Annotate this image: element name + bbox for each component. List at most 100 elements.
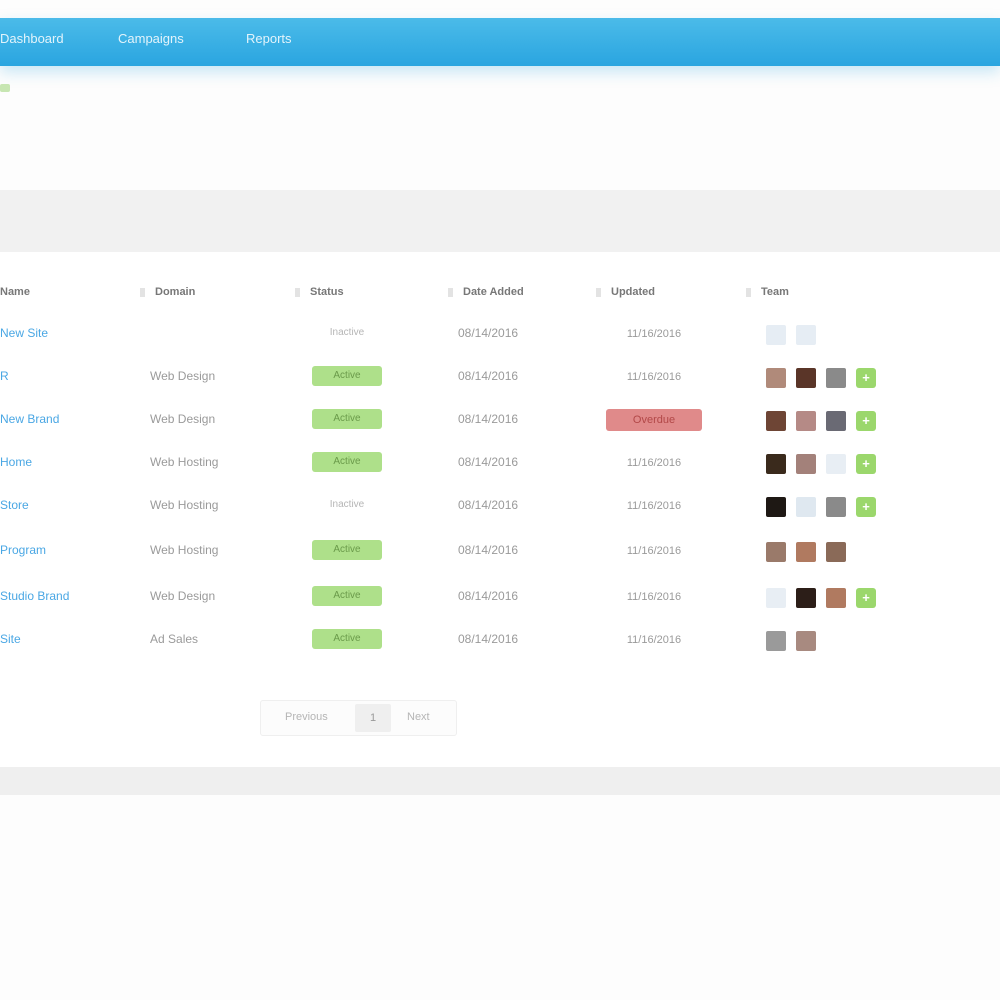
team-avatars: [766, 631, 826, 653]
updated-cell: 11/16/2016: [626, 545, 682, 557]
updated-cell: 11/16/2016: [626, 371, 682, 383]
status-badge: Active: [312, 366, 382, 386]
status-badge: Active: [312, 586, 382, 606]
updated-cell: 11/16/2016: [626, 328, 682, 340]
avatar[interactable]: [826, 588, 846, 608]
sort-icon: [746, 287, 751, 297]
table-row[interactable]: New Site Inactive 08/14/2016 11/16/2016: [0, 314, 1000, 354]
column-header-name[interactable]: Name: [0, 286, 30, 298]
team-avatars: +: [766, 588, 876, 610]
pagination-previous[interactable]: Previous: [285, 711, 328, 723]
add-member-icon[interactable]: +: [856, 368, 876, 388]
avatar[interactable]: [766, 588, 786, 608]
status-badge: Active: [312, 452, 382, 472]
pagination-next[interactable]: Next: [407, 711, 430, 723]
table-row[interactable]: Store Web Hosting Inactive 08/14/2016 11/16/…: [0, 486, 1000, 526]
project-name-link[interactable]: Site: [0, 632, 21, 646]
avatar[interactable]: [826, 542, 846, 562]
avatar[interactable]: [826, 411, 846, 431]
sort-icon: [596, 287, 601, 297]
project-name-link[interactable]: New Brand: [0, 412, 59, 426]
avatar[interactable]: [796, 411, 816, 431]
table-row[interactable]: Home Web Hosting Active 08/14/2016 11/16/201…: [0, 443, 1000, 483]
status-badge: Inactive: [329, 327, 365, 338]
team-avatars: +: [766, 454, 876, 476]
column-header-team[interactable]: Team: [746, 286, 789, 298]
avatar[interactable]: [766, 631, 786, 651]
project-name-link[interactable]: Store: [0, 498, 29, 512]
project-name-link[interactable]: R: [0, 369, 9, 383]
team-avatars: [766, 542, 856, 564]
nav-item-dashboard[interactable]: Dashboard: [0, 31, 64, 46]
sort-icon: [140, 287, 145, 297]
avatar[interactable]: [766, 325, 786, 345]
breadcrumb-indicator: [0, 84, 10, 92]
project-name-link[interactable]: Program: [0, 543, 46, 557]
sort-icon: [448, 287, 453, 297]
avatar[interactable]: [766, 497, 786, 517]
team-avatars: +: [766, 411, 876, 433]
pagination: Previous 1 Next: [260, 700, 457, 736]
date-added-cell: 08/14/2016: [458, 589, 519, 603]
domain-cell: Web Design: [150, 369, 216, 383]
updated-cell: 11/16/2016: [626, 457, 682, 469]
top-nav-bar: Dashboard Campaigns Reports: [0, 18, 1000, 66]
team-avatars: +: [766, 497, 876, 519]
avatar[interactable]: [796, 497, 816, 517]
domain-cell: Web Design: [150, 412, 216, 426]
column-header-status[interactable]: Status: [295, 286, 344, 298]
avatar[interactable]: [796, 542, 816, 562]
table-row[interactable]: Site Ad Sales Active 08/14/2016 11/16/2016: [0, 620, 1000, 660]
panel-footer: [0, 767, 1000, 795]
nav-item-reports[interactable]: Reports: [246, 31, 292, 46]
date-added-cell: 08/14/2016: [458, 326, 519, 340]
status-badge: Active: [312, 409, 382, 429]
avatar[interactable]: [796, 368, 816, 388]
column-header-domain[interactable]: Domain: [140, 286, 195, 298]
domain-cell: Web Design: [150, 589, 216, 603]
team-avatars: +: [766, 368, 876, 390]
updated-cell: 11/16/2016: [626, 634, 682, 646]
project-name-link[interactable]: New Site: [0, 326, 48, 340]
pagination-current-page[interactable]: 1: [355, 704, 391, 732]
table-row[interactable]: R Web Design Active 08/14/2016 11/16/2016 +: [0, 357, 1000, 397]
column-header-date-added[interactable]: Date Added: [448, 286, 524, 298]
avatar[interactable]: [796, 454, 816, 474]
add-member-icon[interactable]: +: [856, 588, 876, 608]
sort-icon: [295, 287, 300, 297]
add-member-icon[interactable]: +: [856, 454, 876, 474]
column-header-updated[interactable]: Updated: [596, 286, 655, 298]
add-member-icon[interactable]: +: [856, 411, 876, 431]
avatar[interactable]: [796, 325, 816, 345]
status-badge: Inactive: [329, 499, 365, 510]
avatar[interactable]: [826, 368, 846, 388]
date-added-cell: 08/14/2016: [458, 632, 519, 646]
project-name-link[interactable]: Home: [0, 455, 32, 469]
avatar[interactable]: [766, 542, 786, 562]
domain-cell: Web Hosting: [150, 498, 219, 512]
table-row[interactable]: Studio Brand Web Design Active 08/14/2016 11…: [0, 577, 1000, 617]
updated-cell: 11/16/2016: [626, 500, 682, 512]
avatar[interactable]: [826, 454, 846, 474]
table-row[interactable]: Program Web Hosting Active 08/14/2016 11/16/…: [0, 531, 1000, 571]
date-added-cell: 08/14/2016: [458, 455, 519, 469]
avatar[interactable]: [766, 368, 786, 388]
add-member-icon[interactable]: +: [856, 497, 876, 517]
domain-cell: Web Hosting: [150, 455, 219, 469]
project-name-link[interactable]: Studio Brand: [0, 589, 69, 603]
avatar[interactable]: [826, 497, 846, 517]
table-row[interactable]: New Brand Web Design Active 08/14/2016 Overd…: [0, 400, 1000, 440]
date-added-cell: 08/14/2016: [458, 412, 519, 426]
panel-header: [0, 190, 1000, 252]
status-badge: Active: [312, 629, 382, 649]
avatar[interactable]: [796, 588, 816, 608]
updated-cell: 11/16/2016: [626, 591, 682, 603]
date-added-cell: 08/14/2016: [458, 543, 519, 557]
avatar[interactable]: [796, 631, 816, 651]
nav-item-campaigns[interactable]: Campaigns: [118, 31, 184, 46]
team-avatars: [766, 325, 826, 347]
avatar[interactable]: [766, 411, 786, 431]
avatar[interactable]: [766, 454, 786, 474]
date-added-cell: 08/14/2016: [458, 369, 519, 383]
date-added-cell: 08/14/2016: [458, 498, 519, 512]
